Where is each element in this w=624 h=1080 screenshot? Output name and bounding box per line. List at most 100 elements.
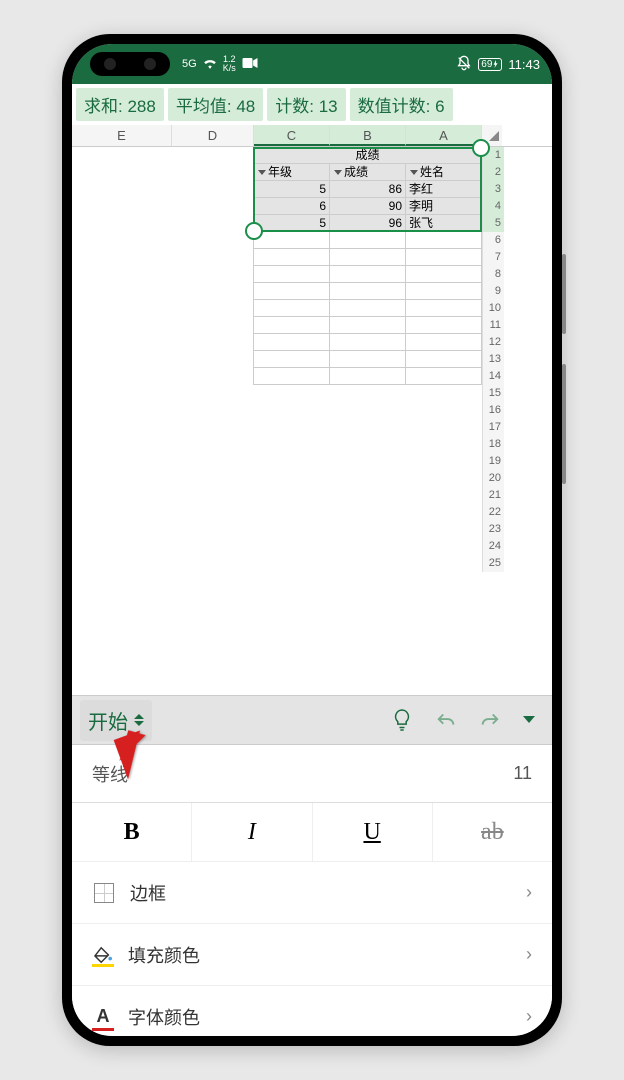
- cell[interactable]: 86: [330, 181, 406, 198]
- more-button[interactable]: [514, 700, 544, 740]
- cell[interactable]: [330, 266, 406, 283]
- lightbulb-button[interactable]: [382, 700, 422, 740]
- cell[interactable]: [72, 283, 172, 300]
- row-13[interactable]: 13: [72, 351, 552, 368]
- cell[interactable]: 姓名: [406, 164, 482, 181]
- cell[interactable]: [72, 538, 172, 555]
- row-number[interactable]: 9: [482, 283, 504, 300]
- cell[interactable]: 李红: [406, 181, 482, 198]
- row-number[interactable]: 2: [482, 164, 504, 181]
- cell[interactable]: [172, 555, 254, 572]
- cell[interactable]: [406, 402, 482, 419]
- cell[interactable]: [406, 368, 482, 385]
- cell[interactable]: [172, 436, 254, 453]
- cell[interactable]: 张飞: [406, 215, 482, 232]
- cell[interactable]: [172, 300, 254, 317]
- cell[interactable]: [172, 147, 254, 164]
- cell[interactable]: [72, 453, 172, 470]
- cell[interactable]: [330, 487, 406, 504]
- cell[interactable]: [330, 402, 406, 419]
- cell[interactable]: [406, 300, 482, 317]
- cell[interactable]: [72, 521, 172, 538]
- cell[interactable]: [254, 368, 330, 385]
- cell[interactable]: [330, 351, 406, 368]
- cell[interactable]: [330, 419, 406, 436]
- cell[interactable]: [330, 334, 406, 351]
- col-header-c[interactable]: C: [254, 125, 330, 146]
- cell[interactable]: 李明: [406, 198, 482, 215]
- cell[interactable]: 5: [254, 215, 330, 232]
- cell[interactable]: [254, 283, 330, 300]
- row-number[interactable]: 4: [482, 198, 504, 215]
- row-21[interactable]: 21: [72, 487, 552, 504]
- cell[interactable]: [72, 300, 172, 317]
- row-18[interactable]: 18: [72, 436, 552, 453]
- cell[interactable]: [72, 470, 172, 487]
- cell[interactable]: [254, 453, 330, 470]
- cell[interactable]: [406, 249, 482, 266]
- cell[interactable]: [406, 232, 482, 249]
- cell[interactable]: [254, 504, 330, 521]
- row-6[interactable]: 6: [72, 232, 552, 249]
- row-8[interactable]: 8: [72, 266, 552, 283]
- cell[interactable]: [406, 555, 482, 572]
- cell[interactable]: 90: [330, 198, 406, 215]
- cell[interactable]: [254, 232, 330, 249]
- redo-button[interactable]: [470, 700, 510, 740]
- cell[interactable]: [172, 198, 254, 215]
- cell[interactable]: [72, 555, 172, 572]
- cell[interactable]: [72, 215, 172, 232]
- row-number[interactable]: 21: [482, 487, 504, 504]
- underline-button[interactable]: U: [313, 803, 433, 861]
- cell[interactable]: [254, 334, 330, 351]
- row-number[interactable]: 3: [482, 181, 504, 198]
- row-1[interactable]: 成绩1: [72, 147, 552, 164]
- cell[interactable]: 96: [330, 215, 406, 232]
- row-24[interactable]: 24: [72, 538, 552, 555]
- cell[interactable]: [172, 402, 254, 419]
- cell[interactable]: [406, 521, 482, 538]
- cell[interactable]: [72, 232, 172, 249]
- cell[interactable]: [406, 453, 482, 470]
- cell[interactable]: [254, 385, 330, 402]
- cell[interactable]: [172, 334, 254, 351]
- cell[interactable]: [254, 538, 330, 555]
- row-number[interactable]: 6: [482, 232, 504, 249]
- cell[interactable]: [72, 334, 172, 351]
- cell[interactable]: [406, 470, 482, 487]
- cell[interactable]: 6: [254, 198, 330, 215]
- cell[interactable]: [330, 538, 406, 555]
- row-number[interactable]: 8: [482, 266, 504, 283]
- title-cell[interactable]: 成绩: [254, 147, 482, 164]
- row-number[interactable]: 17: [482, 419, 504, 436]
- fill-color-row[interactable]: 填充颜色 ›: [72, 924, 552, 986]
- cell[interactable]: [172, 181, 254, 198]
- cell[interactable]: [172, 521, 254, 538]
- italic-button[interactable]: I: [192, 803, 312, 861]
- cell[interactable]: [72, 198, 172, 215]
- row-number[interactable]: 7: [482, 249, 504, 266]
- cell[interactable]: [72, 402, 172, 419]
- row-number[interactable]: 20: [482, 470, 504, 487]
- cell[interactable]: [72, 436, 172, 453]
- cell[interactable]: [330, 555, 406, 572]
- col-header-d[interactable]: D: [172, 125, 254, 146]
- cell[interactable]: [406, 317, 482, 334]
- cell[interactable]: [406, 436, 482, 453]
- row-17[interactable]: 17: [72, 419, 552, 436]
- cell[interactable]: [172, 232, 254, 249]
- row-number[interactable]: 14: [482, 368, 504, 385]
- row-5[interactable]: 596张飞5: [72, 215, 552, 232]
- cell[interactable]: [330, 283, 406, 300]
- cell[interactable]: [72, 181, 172, 198]
- strikethrough-button[interactable]: ab: [433, 803, 552, 861]
- undo-button[interactable]: [426, 700, 466, 740]
- cell[interactable]: 5: [254, 181, 330, 198]
- cell[interactable]: [330, 232, 406, 249]
- cell[interactable]: [254, 266, 330, 283]
- cell[interactable]: [330, 300, 406, 317]
- cell[interactable]: [172, 470, 254, 487]
- cell[interactable]: [406, 487, 482, 504]
- cell[interactable]: [330, 470, 406, 487]
- cell[interactable]: [254, 555, 330, 572]
